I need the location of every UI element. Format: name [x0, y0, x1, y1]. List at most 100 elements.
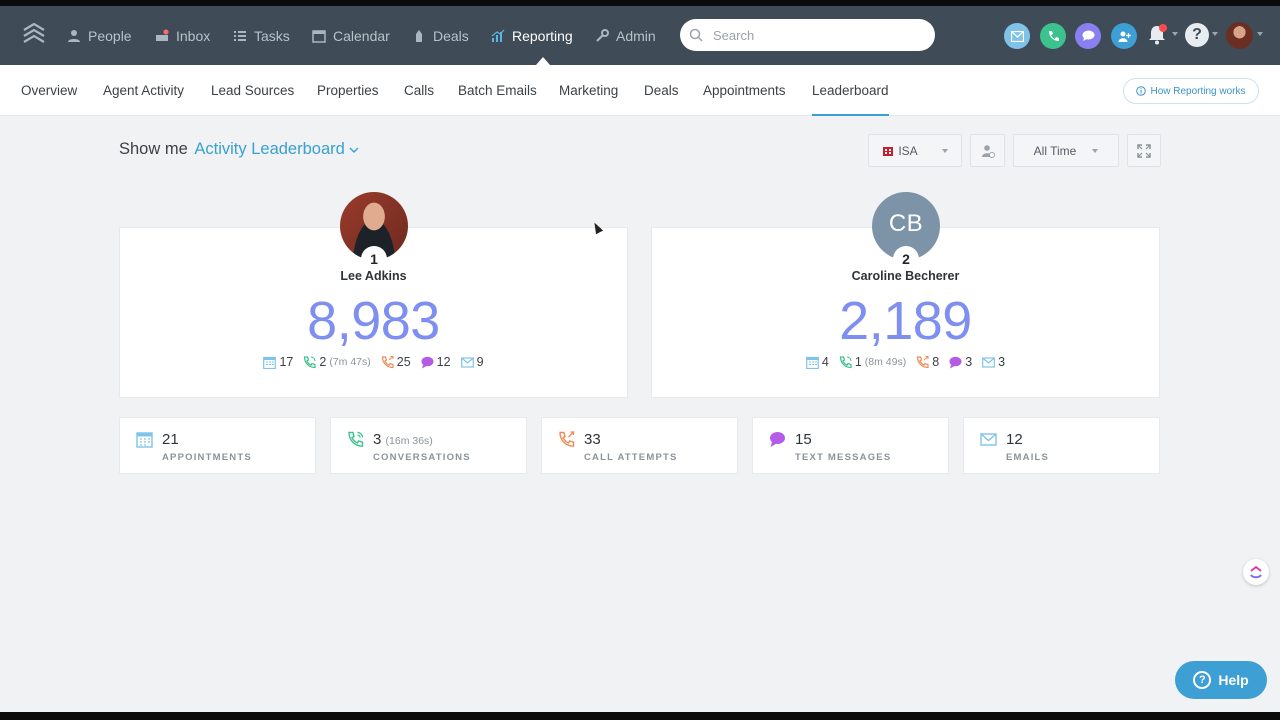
- phone-talk-icon: [839, 355, 852, 368]
- search-box[interactable]: [680, 19, 935, 51]
- total-call-attempts-value: 33: [584, 431, 601, 448]
- clickup-widget-button[interactable]: [1243, 559, 1269, 585]
- expand-icon: [1137, 143, 1151, 158]
- phone-icon: [1048, 30, 1059, 41]
- app-window: People Inbox Tasks Calendar Deals Report…: [0, 6, 1280, 712]
- calendar-icon: [805, 356, 819, 369]
- leader-2-name: Caroline Becherer: [851, 269, 960, 283]
- wrench-icon: [596, 28, 609, 42]
- app-logo-icon[interactable]: [22, 23, 46, 49]
- nav-people[interactable]: People: [67, 6, 132, 65]
- leader-2-appointments-value: 4: [821, 355, 829, 369]
- email-quick-button[interactable]: [1004, 23, 1030, 49]
- nav-people-label: People: [88, 27, 132, 44]
- user-avatar[interactable]: [1226, 22, 1253, 49]
- total-text-messages-number: 15: [795, 431, 812, 448]
- tab-properties[interactable]: Properties: [317, 65, 379, 116]
- tab-marketing[interactable]: Marketing: [559, 65, 618, 116]
- clickup-logo-icon: [1250, 565, 1262, 579]
- total-appointments-label: APPOINTMENTS: [162, 452, 252, 463]
- team-filter-value: ISA: [898, 143, 918, 158]
- tab-batch-emails[interactable]: Batch Emails: [458, 65, 537, 116]
- time-filter-value: All Time: [1033, 143, 1077, 158]
- phone-talk-icon: [348, 431, 364, 447]
- nav-admin-label: Admin: [616, 27, 656, 44]
- person-filter-icon: [981, 144, 995, 158]
- search-input[interactable]: [713, 27, 913, 43]
- nav-reporting-label: Reporting: [512, 27, 573, 44]
- team-filter-dropdown[interactable]: ISA: [868, 134, 962, 167]
- total-conversations-duration: (16m 36s): [385, 435, 433, 447]
- tasks-icon: [234, 30, 246, 41]
- leader-2-call-attempts-value: 8: [932, 355, 940, 369]
- nav-tasks-label: Tasks: [254, 27, 290, 44]
- chevron-down-icon: [941, 148, 948, 153]
- leader-1-appointments: 17: [263, 355, 293, 369]
- calendar-icon: [263, 356, 277, 369]
- tab-appointments[interactable]: Appointments: [703, 65, 786, 116]
- chat-icon: [421, 356, 434, 368]
- total-conversations-number: 3: [373, 431, 382, 448]
- leader-1-texts-value: 12: [436, 355, 451, 369]
- leader-1-score: 8,983: [307, 291, 440, 351]
- chat-icon: [949, 356, 962, 368]
- chevron-down-icon: [1257, 32, 1263, 36]
- leader-1-texts: 12: [421, 355, 451, 369]
- help-question-icon[interactable]: ?: [1185, 23, 1209, 47]
- fullscreen-button[interactable]: [1127, 134, 1161, 167]
- tab-leaderboard[interactable]: Leaderboard: [812, 65, 889, 116]
- chart-icon: [491, 29, 505, 42]
- total-call-attempts-label: CALL ATTEMPTS: [584, 452, 678, 463]
- how-reporting-works-label: How Reporting works: [1150, 85, 1246, 97]
- leader-2-emails-value: 3: [998, 355, 1006, 369]
- leader-1-call-attempts-value: 25: [396, 355, 411, 369]
- how-reporting-works-button[interactable]: How Reporting works: [1123, 78, 1259, 104]
- total-appointments-value: 21: [162, 431, 179, 448]
- total-emails-card: 12 EMAILS: [963, 417, 1160, 474]
- total-emails-value: 12: [1006, 431, 1023, 448]
- inbox-icon: [156, 29, 169, 41]
- nav-admin[interactable]: Admin: [595, 6, 656, 65]
- nav-reporting[interactable]: Reporting: [491, 6, 573, 65]
- leader-2-conversations: 1 (8m 49s): [839, 355, 906, 369]
- add-person-icon: [1118, 31, 1131, 42]
- add-person-quick-button[interactable]: [1111, 23, 1137, 49]
- leader-2-stats: 4 1 (8m 49s) 8 3 3: [651, 355, 1160, 369]
- agent-filter-button[interactable]: [970, 134, 1005, 167]
- email-icon: [460, 356, 474, 368]
- total-call-attempts-number: 33: [584, 431, 601, 448]
- phone-attempt-icon: [559, 431, 575, 447]
- reporting-subnav: Overview Agent Activity Lead Sources Pro…: [0, 65, 1280, 116]
- total-conversations-label: CONVERSATIONS: [373, 452, 471, 463]
- nav-tasks[interactable]: Tasks: [233, 6, 290, 65]
- leader-1-conversations: 2 (7m 47s): [303, 355, 371, 369]
- help-button[interactable]: ? Help: [1175, 661, 1267, 699]
- person-icon: [68, 29, 80, 42]
- leader-1-appointments-value: 17: [279, 355, 294, 369]
- chat-quick-button[interactable]: [1075, 23, 1101, 49]
- calendar-icon: [136, 432, 153, 448]
- tab-overview[interactable]: Overview: [21, 65, 77, 116]
- time-filter-dropdown[interactable]: All Time: [1013, 134, 1119, 167]
- tab-lead-sources[interactable]: Lead Sources: [211, 65, 294, 116]
- tab-deals[interactable]: Deals: [644, 65, 679, 116]
- tab-agent-activity[interactable]: Agent Activity: [103, 65, 184, 116]
- leader-1-rank: 1: [361, 246, 387, 270]
- nav-deals[interactable]: Deals: [412, 6, 469, 65]
- leader-1-emails: 9: [460, 355, 484, 369]
- tab-calls[interactable]: Calls: [404, 65, 434, 116]
- email-icon: [980, 433, 997, 446]
- total-appointments-number: 21: [162, 431, 179, 448]
- chevron-down-icon: [1172, 32, 1178, 36]
- nav-inbox-label: Inbox: [176, 27, 211, 44]
- phone-quick-button[interactable]: [1040, 23, 1066, 49]
- report-type-dropdown[interactable]: Activity Leaderboard: [194, 140, 359, 158]
- leader-1-emails-value: 9: [476, 355, 484, 369]
- nav-deals-label: Deals: [433, 27, 469, 44]
- leader-2-rank: 2: [893, 246, 919, 270]
- calendar-icon: [312, 29, 326, 43]
- nav-inbox[interactable]: Inbox: [155, 6, 210, 65]
- nav-calendar[interactable]: Calendar: [312, 6, 390, 65]
- chat-icon: [1082, 30, 1094, 41]
- leader-1-name: Lee Adkins: [340, 269, 407, 283]
